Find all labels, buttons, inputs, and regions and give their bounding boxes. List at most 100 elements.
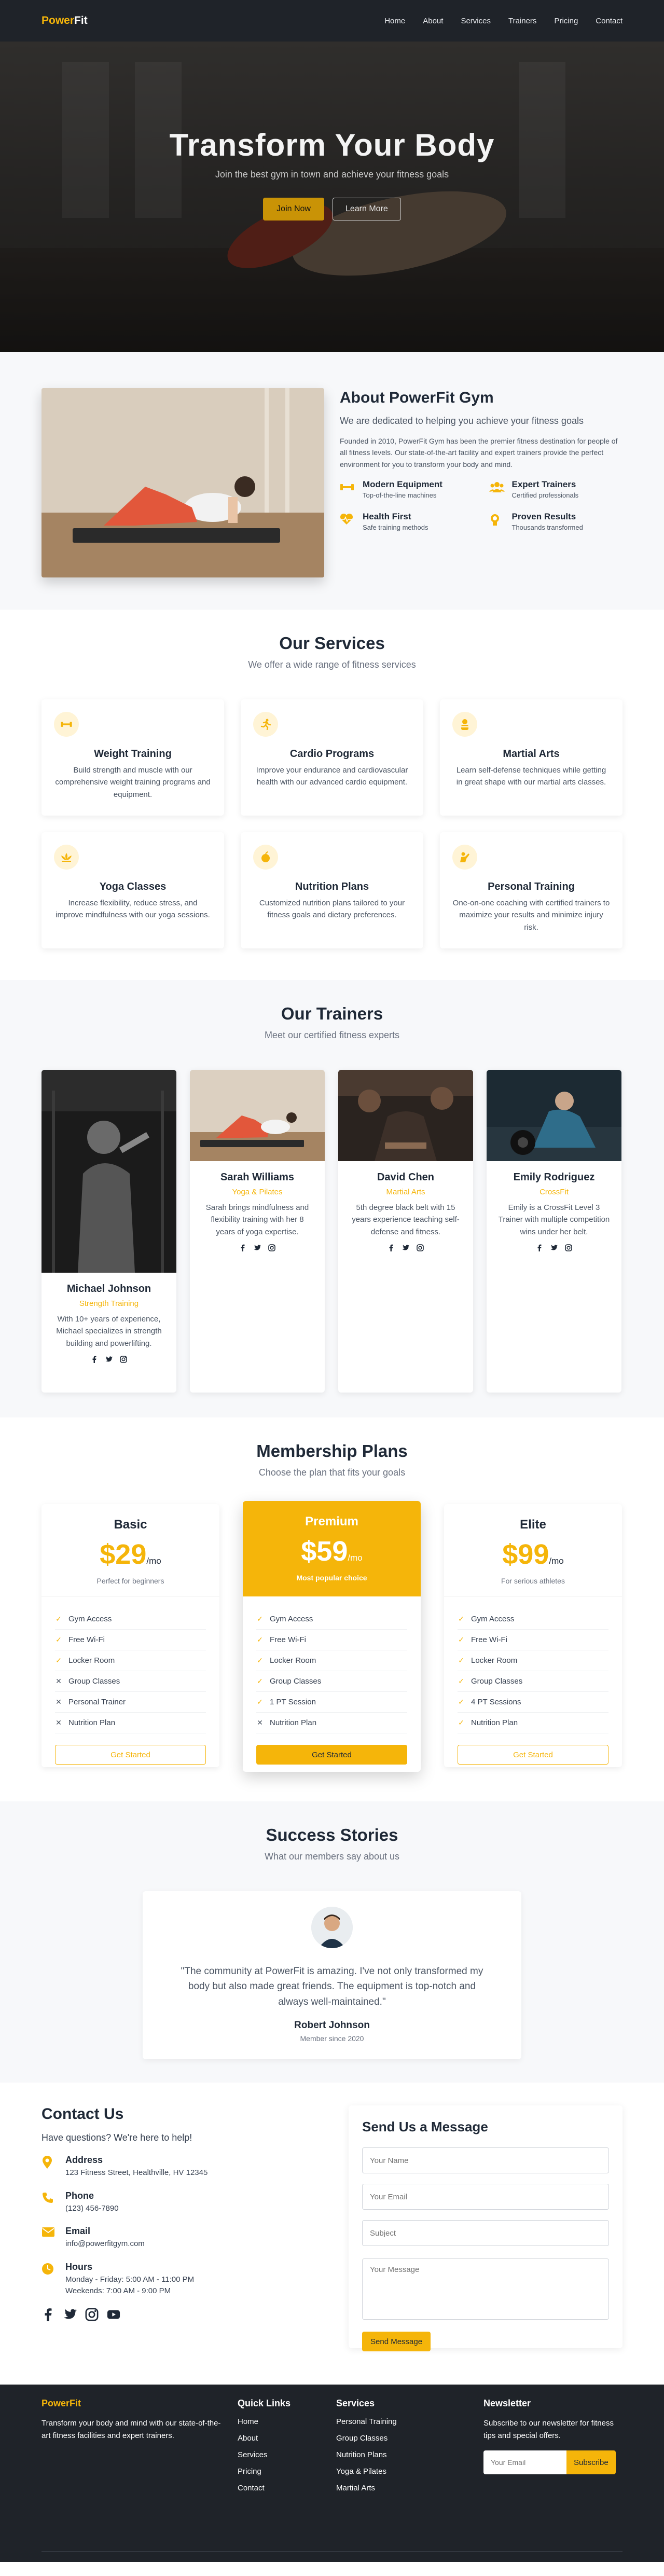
message-input[interactable] — [362, 2258, 609, 2320]
copyright: © 2023 PowerFit Gym. All rights reserved… — [42, 2567, 187, 2576]
plan-period: /mo — [146, 1556, 161, 1566]
pricing-section: Membership Plans Choose the plan that fi… — [0, 1417, 664, 1801]
footer-link[interactable]: Martial Arts — [336, 2484, 483, 2500]
plan-get-started-button[interactable]: Get Started — [55, 1745, 206, 1765]
service-desc: Increase flexibility, reduce stress, and… — [56, 899, 210, 920]
twitter-icon[interactable] — [254, 1244, 261, 1251]
facebook-icon[interactable] — [388, 1244, 395, 1251]
footer-link[interactable]: Contact — [238, 2484, 336, 2500]
youtube-icon[interactable] — [107, 2308, 120, 2321]
feature-desc: Certified professionals — [511, 491, 579, 500]
hero-title: Transform Your Body — [169, 128, 495, 162]
email-input[interactable] — [362, 2184, 609, 2210]
service-title: Nutrition Plans — [295, 881, 369, 892]
instagram-icon[interactable] — [120, 1355, 127, 1363]
trainer-role: CrossFit — [540, 1188, 569, 1196]
nav-link-home[interactable]: Home — [384, 17, 405, 25]
plan-feature: ✓ 4 PT Sessions — [458, 1692, 608, 1713]
trainer-bio: 5th degree black belt with 15 years expe… — [352, 1203, 460, 1236]
feature-desc: Top-of-the-line machines — [363, 491, 437, 500]
yoga-photo-illustration — [42, 388, 324, 577]
contact-item-line[interactable]: info@powerfitgym.com — [65, 2238, 145, 2250]
join-now-button[interactable]: Join Now — [263, 198, 324, 221]
service-card[interactable]: Cardio Programs Improve your endurance a… — [241, 699, 423, 816]
subject-input[interactable] — [362, 2220, 609, 2246]
trainer-name: David Chen — [377, 1172, 435, 1183]
facebook-icon[interactable] — [536, 1244, 543, 1251]
service-card[interactable]: Nutrition Plans Customized nutrition pla… — [241, 832, 423, 948]
newsletter-email-input[interactable] — [483, 2450, 566, 2474]
nav-link-contact[interactable]: Contact — [596, 17, 622, 25]
plan-feature-label: Group Classes — [68, 1677, 120, 1686]
footer-link[interactable]: Group Classes — [336, 2434, 483, 2450]
terms-of-service-link[interactable]: Terms of Service — [564, 2567, 622, 2576]
cross-icon: ✕ — [56, 1718, 62, 1727]
about-lead: We are dedicated to helping you achieve … — [340, 416, 584, 426]
service-card[interactable]: Martial Arts Learn self-defense techniqu… — [440, 699, 622, 816]
subscribe-button[interactable]: Subscribe — [566, 2450, 616, 2474]
testimonial-name: Robert Johnson — [294, 2020, 370, 2031]
nav-link-trainers[interactable]: Trainers — [508, 17, 536, 25]
twitter-icon[interactable] — [550, 1244, 558, 1251]
feature-title: Modern Equipment — [363, 479, 442, 490]
plan-feature-label: Group Classes — [270, 1677, 322, 1686]
instagram-icon[interactable] — [565, 1244, 572, 1251]
trainers-subtitle: Meet our certified fitness experts — [264, 1030, 400, 1040]
plan-card-basic: Basic $29/mo Perfect for beginners ✓ Gym … — [42, 1504, 219, 1767]
logo[interactable]: PowerFit — [42, 15, 88, 27]
learn-more-button[interactable]: Learn More — [332, 198, 401, 221]
footer-about: Transform your body and mind with our st… — [42, 2419, 221, 2440]
newsletter-text: Subscribe to our newsletter for fitness … — [483, 2419, 614, 2440]
nav-link-services[interactable]: Services — [461, 17, 491, 25]
facebook-icon[interactable] — [239, 1244, 246, 1251]
check-icon: ✓ — [257, 1656, 263, 1664]
service-card[interactable]: Personal Training One-on-one coaching wi… — [440, 832, 622, 948]
service-card[interactable]: Yoga Classes Increase flexibility, reduc… — [42, 832, 224, 948]
contact-form-title: Send Us a Message — [362, 2119, 488, 2134]
twitter-icon[interactable] — [402, 1244, 409, 1251]
footer-link[interactable]: Pricing — [238, 2467, 336, 2484]
plan-get-started-button[interactable]: Get Started — [458, 1745, 608, 1765]
feature-health-first: Health First Safe training methods — [340, 512, 474, 532]
footer-services: Services Personal Training Group Classes… — [336, 2398, 483, 2500]
trainer-name: Sarah Williams — [220, 1172, 295, 1183]
footer-link[interactable]: About — [238, 2434, 336, 2450]
footer-link[interactable]: Personal Training — [336, 2417, 483, 2434]
plan-feature-label: 1 PT Session — [270, 1698, 316, 1706]
footer-logo[interactable]: PowerFit — [42, 2398, 238, 2409]
instagram-icon[interactable] — [417, 1244, 424, 1251]
footer-link[interactable]: Home — [238, 2417, 336, 2434]
trainers-section: Our Trainers Meet our certified fitness … — [0, 980, 664, 1417]
service-card[interactable]: Weight Training Build strength and muscl… — [42, 699, 224, 816]
nav-link-about[interactable]: About — [423, 17, 443, 25]
contact-item-line[interactable]: (123) 456-7890 — [65, 2203, 119, 2215]
contact-section: Contact Us Have questions? We're here to… — [0, 2083, 664, 2385]
twitter-icon[interactable] — [105, 1356, 113, 1363]
logo-part-fit: Fit — [74, 15, 88, 26]
trainer-role: Strength Training — [79, 1299, 139, 1308]
about-section: About PowerFit Gym We are dedicated to h… — [0, 352, 664, 610]
footer-link[interactable]: Services — [238, 2450, 336, 2467]
service-desc: Learn self-defense techniques while gett… — [456, 766, 606, 787]
name-input[interactable] — [362, 2147, 609, 2173]
testimonials-subtitle: What our members say about us — [264, 1851, 400, 1862]
check-icon: ✓ — [56, 1656, 62, 1664]
footer-link[interactable]: Nutrition Plans — [336, 2450, 483, 2467]
check-icon: ✓ — [458, 1677, 464, 1685]
trainer-name: Emily Rodriguez — [513, 1172, 595, 1183]
twitter-icon[interactable] — [63, 2308, 77, 2321]
instagram-icon[interactable] — [268, 1244, 275, 1251]
plan-feature: ✓ Free Wi-Fi — [55, 1630, 206, 1650]
facebook-icon[interactable] — [42, 2308, 55, 2321]
plan-get-started-button[interactable]: Get Started — [256, 1745, 407, 1765]
plan-feature-label: Locker Room — [68, 1656, 115, 1665]
instagram-icon[interactable] — [85, 2308, 99, 2321]
footer-link[interactable]: Yoga & Pilates — [336, 2467, 483, 2484]
facebook-icon[interactable] — [91, 1356, 98, 1363]
plan-feature-label: 4 PT Sessions — [471, 1698, 521, 1706]
send-message-button[interactable]: Send Message — [362, 2332, 431, 2351]
nav-link-pricing[interactable]: Pricing — [554, 17, 578, 25]
trainer-card: Michael Johnson Strength Training With 1… — [42, 1070, 176, 1393]
privacy-policy-link[interactable]: Privacy Policy — [502, 2567, 550, 2576]
trainers-grid: Michael Johnson Strength Training With 1… — [42, 1070, 622, 1393]
